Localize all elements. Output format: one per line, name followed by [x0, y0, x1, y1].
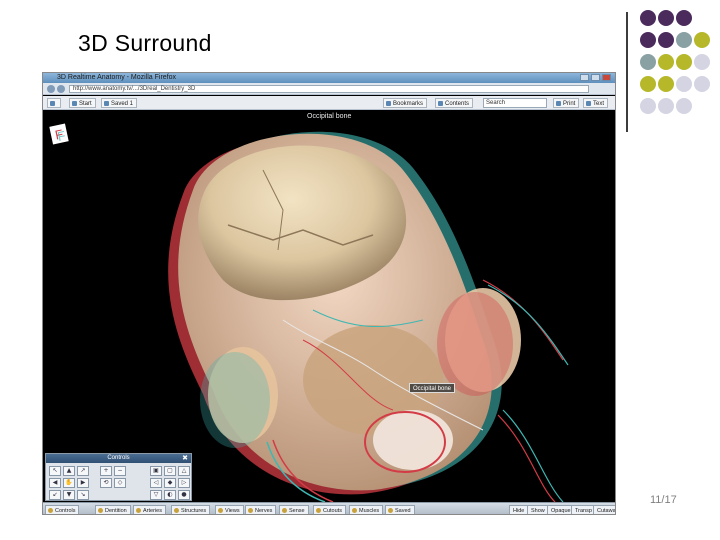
structure-label: Occipital bone — [307, 113, 352, 120]
show-button[interactable]: Show — [527, 505, 549, 514]
decorative-dot — [694, 32, 710, 48]
slide-title: 3D Surround — [78, 30, 212, 56]
home-button[interactable] — [47, 98, 61, 108]
decorative-dot — [694, 76, 710, 92]
decorative-dot — [676, 32, 692, 48]
app-toolbar: Start Saved 1 Bookmarks Contents Search … — [43, 96, 615, 110]
hide-button[interactable]: Hide — [509, 505, 529, 514]
decorative-dot — [658, 10, 674, 26]
decorative-dot — [676, 54, 692, 70]
tab-nerves[interactable]: Nerves — [245, 505, 277, 514]
view-back-icon[interactable]: ▢ — [164, 466, 176, 476]
view-right-icon[interactable]: ▷ — [178, 478, 190, 488]
rotate-up-left-icon[interactable]: ↖ — [49, 466, 61, 476]
decorative-dot — [676, 98, 692, 114]
saved-button[interactable]: Saved 1 — [101, 98, 138, 108]
view-side-icon[interactable]: ◐ — [164, 490, 176, 500]
tab-cutouts[interactable]: Cutouts — [313, 505, 346, 514]
print-button[interactable]: Print — [553, 98, 580, 108]
view-iso-icon[interactable]: ◆ — [164, 478, 176, 488]
rotate-controls: ↖ ▲ ↗ ◀ ✋ ▶ ↙ ▼ ↘ — [49, 466, 89, 500]
decorative-dot-grid — [640, 10, 710, 114]
tab-structures[interactable]: Structures — [171, 505, 211, 514]
rotate-down-left-icon[interactable]: ↙ — [49, 490, 61, 500]
decorative-dot — [640, 10, 656, 26]
rotate-down-right-icon[interactable]: ↘ — [77, 490, 89, 500]
rotate-right-icon[interactable]: ▶ — [77, 478, 89, 488]
app-logo-icon: F F — [49, 123, 69, 145]
view-front-icon[interactable]: ▣ — [150, 466, 162, 476]
zoom-out-icon[interactable]: − — [114, 466, 126, 476]
controls-title: Controls — [107, 455, 130, 461]
decorative-dot — [658, 54, 674, 70]
decorative-dot — [658, 76, 674, 92]
app-taskbar: Controls Dentition Arteries Structures V… — [43, 502, 615, 514]
browser-titlebar: 3D Realtime Anatomy - Mozilla Firefox — [43, 73, 615, 83]
tab-views[interactable]: Views — [215, 505, 244, 514]
bookmarks-button[interactable]: Bookmarks — [383, 98, 428, 108]
address-bar[interactable]: http://www.anatomy.tv/.../3Dreal_Dentist… — [69, 85, 589, 93]
search-input[interactable]: Search — [483, 98, 547, 108]
zoom-controls: + − ⟲ ◇ — [100, 466, 130, 488]
controls-panel: Controls ✖ ↖ ▲ ↗ ◀ ✋ ▶ ↙ ▼ ↘ + − ⟲ ◇ ▣ ▢… — [45, 453, 192, 501]
controls-header: Controls ✖ — [46, 454, 191, 463]
forward-icon[interactable] — [57, 85, 65, 93]
decorative-dot — [640, 98, 656, 114]
rotate-up-right-icon[interactable]: ↗ — [77, 466, 89, 476]
rotate-left-icon[interactable]: ◀ — [49, 478, 61, 488]
tab-saved[interactable]: Saved — [385, 505, 415, 514]
slide-number: 11/17 — [650, 494, 677, 506]
maximize-icon[interactable] — [591, 74, 600, 81]
back-icon[interactable] — [47, 85, 55, 93]
anatomy-3d-viewport[interactable] — [43, 110, 616, 502]
decorative-dot — [640, 76, 656, 92]
reset-view-icon[interactable]: ⟲ — [100, 478, 112, 488]
structure-tooltip: Occipital bone — [409, 383, 456, 393]
divider-line — [626, 12, 628, 132]
decorative-dot — [658, 32, 674, 48]
tab-dentition[interactable]: Dentition — [95, 505, 131, 514]
view-controls: ▣ ▢ △ ◁ ◆ ▷ ▽ ◐ ● — [150, 466, 190, 500]
fit-view-icon[interactable]: ◇ — [114, 478, 126, 488]
decorative-dot — [676, 10, 692, 26]
close-icon[interactable] — [602, 74, 611, 81]
view-left-icon[interactable]: ◁ — [150, 478, 162, 488]
browser-screenshot: 3D Realtime Anatomy - Mozilla Firefox ht… — [42, 72, 616, 515]
decorative-dot — [640, 54, 656, 70]
close-icon[interactable]: ✖ — [182, 454, 188, 463]
text-button[interactable]: Text — [583, 98, 609, 108]
zoom-in-icon[interactable]: + — [100, 466, 112, 476]
start-button[interactable]: Start — [69, 98, 96, 108]
tab-muscles[interactable]: Muscles — [349, 505, 384, 514]
browser-navbar: http://www.anatomy.tv/.../3Dreal_Dentist… — [43, 83, 615, 95]
pan-hand-icon[interactable]: ✋ — [63, 478, 75, 488]
view-bottom-icon[interactable]: ▽ — [150, 490, 162, 500]
tab-arteries[interactable]: Arteries — [133, 505, 166, 514]
decorative-dot — [640, 32, 656, 48]
rotate-up-icon[interactable]: ▲ — [63, 466, 75, 476]
decorative-dot — [694, 54, 710, 70]
tab-controls[interactable]: Controls — [45, 505, 80, 514]
decorative-dot — [658, 98, 674, 114]
tab-sense[interactable]: Sense — [279, 505, 309, 514]
cutaway-button[interactable]: Cutaway — [593, 505, 615, 514]
contents-button[interactable]: Contents — [435, 98, 474, 108]
view-reset-icon[interactable]: ● — [178, 490, 190, 500]
view-top-icon[interactable]: △ — [178, 466, 190, 476]
decorative-dot — [676, 76, 692, 92]
window-title: 3D Realtime Anatomy - Mozilla Firefox — [57, 74, 177, 81]
minimize-icon[interactable] — [580, 74, 589, 81]
rotate-down-icon[interactable]: ▼ — [63, 490, 75, 500]
